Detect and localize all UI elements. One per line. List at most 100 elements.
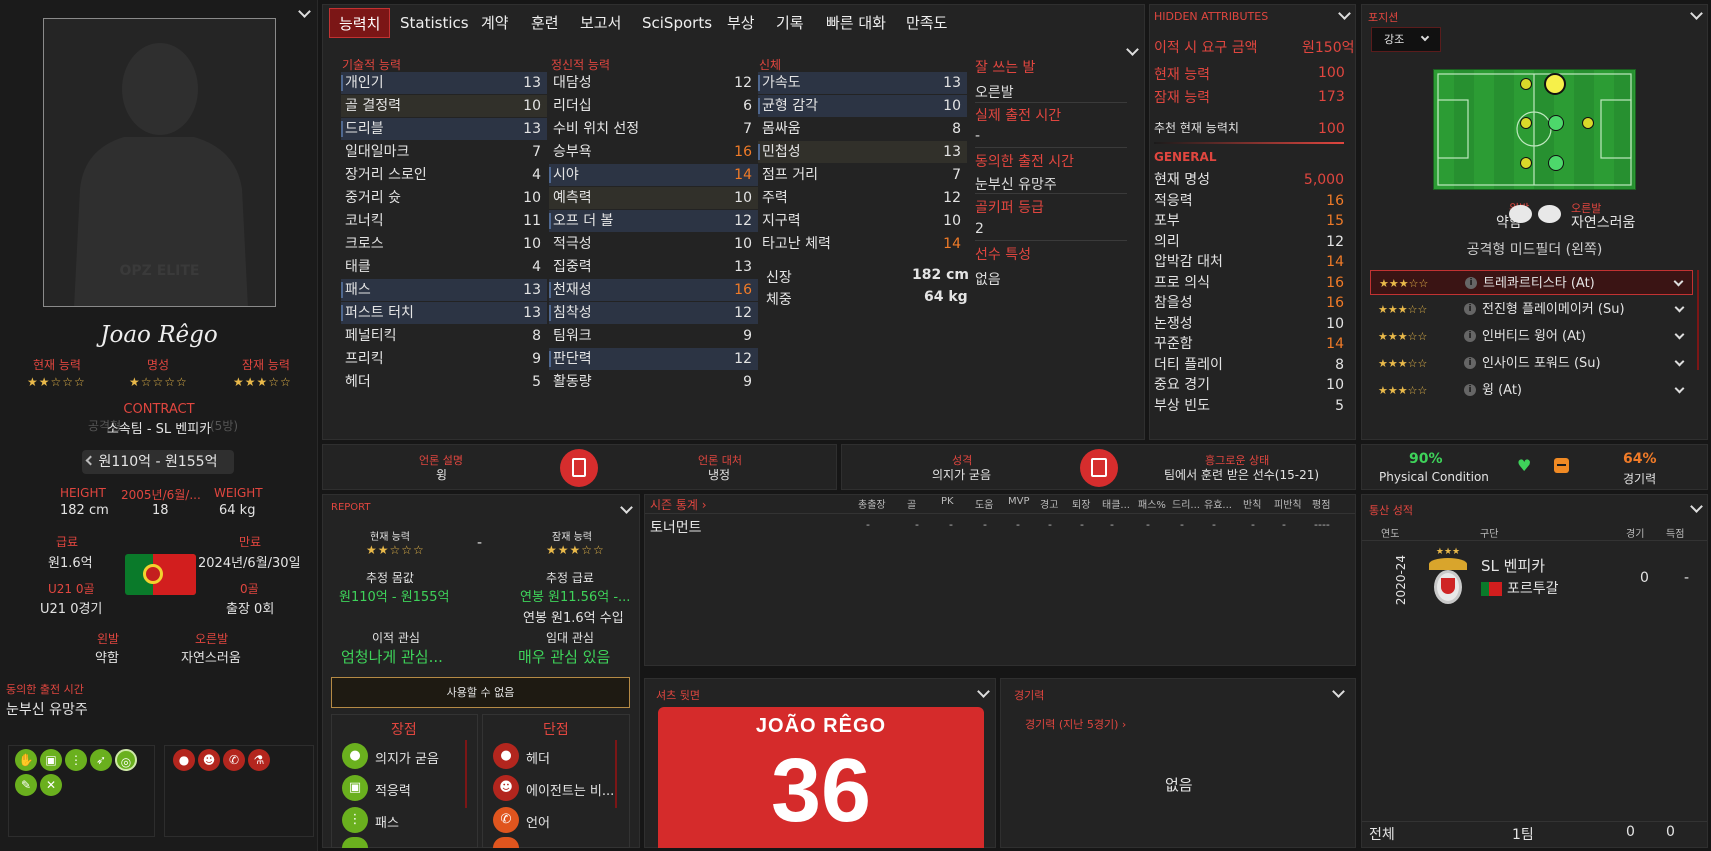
role-row[interactable]: ★★★☆☆ i 인사이드 포워드 (Su)	[1370, 351, 1693, 376]
career-apps: 0	[1640, 570, 1649, 586]
agreed-playing-time-title: 동의한 출전 시간	[975, 154, 1075, 170]
tab-injuries[interactable]: 부상	[727, 8, 755, 38]
role-row[interactable]: ★★★☆☆ i 인버티드 윙어 (At)	[1370, 324, 1693, 349]
season-col-header[interactable]: 퇴장	[1072, 496, 1090, 511]
trait-flask-icon[interactable]: ⚗	[248, 749, 270, 771]
goalkeeper-rating-value: 2	[975, 221, 984, 237]
form-chevron-icon[interactable]	[1329, 684, 1347, 702]
hidden-attr-row: 프로 의식 16	[1154, 273, 1344, 293]
trait-cross-icon[interactable]: ✕	[40, 774, 62, 796]
season-col-header[interactable]: 태클...	[1102, 496, 1130, 511]
trait-boot-icon[interactable]: ➶	[90, 749, 112, 771]
tab-satisfaction[interactable]: 만족도	[906, 8, 947, 38]
trait-speech-icon[interactable]: ✆	[223, 749, 245, 771]
trait-pass-icon[interactable]: ⋮	[65, 749, 87, 771]
role-info-icon[interactable]: i	[1464, 384, 1476, 396]
report-title: REPORT	[331, 502, 371, 513]
hidden-attr-value: 10	[1326, 315, 1344, 332]
position-chevron-icon[interactable]	[1687, 6, 1705, 24]
cons-scrollbar[interactable]	[615, 740, 617, 808]
tab-scisports[interactable]: SciSports	[642, 8, 712, 38]
personality-icon	[1080, 449, 1118, 487]
pros-scrollbar[interactable]	[465, 740, 467, 808]
transfer-fee-label: 이적 시 요구 금액	[1154, 40, 1258, 56]
goals-label: 0골	[240, 582, 259, 596]
tab-contract[interactable]: 계약	[481, 8, 509, 38]
tab-statistics[interactable]: Statistics	[400, 8, 469, 38]
roles-scrollbar[interactable]	[1697, 270, 1699, 370]
season-row-value: -	[1110, 518, 1114, 531]
trait-agent-icon[interactable]: ☻	[198, 749, 220, 771]
trait-head-icon[interactable]: ●	[173, 749, 195, 771]
tab-reports[interactable]: 보고서	[580, 8, 621, 38]
goalkeeper-rating-title: 골키퍼 등급	[975, 200, 1044, 216]
position-marker-mr	[1520, 157, 1532, 169]
actual-playing-time-value: -	[975, 128, 981, 144]
season-col-header[interactable]: MVP	[1008, 496, 1030, 507]
role-chevron-icon[interactable]	[1674, 356, 1685, 367]
tab-history[interactable]: 기록	[776, 8, 804, 38]
season-col-header[interactable]: 반칙	[1243, 496, 1261, 511]
season-col-header[interactable]: PK	[941, 496, 954, 507]
hidden-attr-name: 부상 빈도	[1154, 397, 1210, 414]
technical-attr-row: 프리킥 9	[341, 348, 547, 370]
season-stats-link[interactable]: 시즌 통계 ›	[650, 496, 707, 513]
report-chevron-icon[interactable]	[617, 500, 635, 518]
role-chevron-icon[interactable]	[1674, 302, 1685, 313]
role-info-icon[interactable]: i	[1464, 357, 1476, 369]
hidden-attr-value: 5	[1335, 397, 1344, 414]
season-col-header[interactable]: 드리...	[1172, 496, 1200, 511]
physical-attr-row: 균형 감각 10	[758, 95, 967, 117]
career-chevron-icon[interactable]	[1687, 499, 1705, 517]
hidden-attr-name: 참을성	[1154, 295, 1193, 311]
tab-attributes[interactable]: 능력치	[329, 8, 391, 38]
career-panel	[1361, 494, 1708, 848]
season-col-header[interactable]: 피반칙	[1274, 496, 1302, 511]
tab-training[interactable]: 훈련	[531, 8, 559, 38]
player-traits-title: 선수 특성	[975, 247, 1031, 263]
career-club[interactable]: SL 벤피카	[1481, 555, 1545, 576]
season-col-header[interactable]: 경고	[1040, 496, 1058, 511]
mental-attr-name: 대담성	[553, 75, 592, 91]
season-col-header[interactable]: 골	[907, 496, 916, 511]
physical-attr-name: 점프 거리	[762, 167, 818, 183]
unavailable-button[interactable]: 사용할 수 없음	[331, 677, 630, 708]
role-chevron-icon[interactable]	[1674, 329, 1685, 340]
hidden-ca-value: 100	[1318, 65, 1345, 81]
trait-pencil-icon[interactable]: ✎	[15, 774, 37, 796]
form-last5-link[interactable]: 경기력 (지난 5경기) ›	[1025, 716, 1126, 732]
role-row[interactable]: ★★★☆☆ i 트레콰르티스타 (At)	[1370, 270, 1693, 295]
role-info-icon[interactable]: i	[1464, 330, 1476, 342]
tab-quick-talk[interactable]: 빠른 대화	[826, 8, 886, 38]
technical-attr-name: 드리블	[345, 121, 384, 137]
shirt-number: 36	[770, 741, 872, 841]
hidden-attr-value: 10	[1326, 377, 1344, 393]
season-col-header[interactable]: 유효...	[1204, 496, 1232, 511]
season-col-header[interactable]: 총출장	[858, 496, 886, 511]
hidden-attr-name: 포부	[1154, 213, 1180, 229]
technical-attr-name: 크로스	[345, 236, 384, 252]
hidden-attributes-chevron-icon[interactable]	[1335, 6, 1353, 24]
season-col-header[interactable]: 평점	[1312, 496, 1330, 511]
pro-item-2: 적응력	[375, 784, 411, 799]
trait-target-icon[interactable]: ◎	[115, 749, 137, 771]
con-item-2: 에이전트는 비...	[526, 784, 615, 799]
role-info-icon[interactable]: i	[1465, 277, 1477, 289]
shirt-chevron-icon[interactable]	[974, 684, 992, 702]
role-chevron-icon[interactable]	[1674, 383, 1685, 394]
highlight-dropdown[interactable]: 강조	[1371, 27, 1441, 52]
season-col-header[interactable]: 도움	[975, 496, 993, 511]
physical-attr-row: 주력 12	[758, 187, 967, 209]
sidebar-collapse-chevron-icon[interactable]	[295, 4, 313, 22]
role-stars: ★★★☆☆	[1379, 277, 1429, 290]
physical-attr-name: 몸싸움	[762, 121, 801, 137]
role-info-icon[interactable]: i	[1464, 303, 1476, 315]
role-row[interactable]: ★★★☆☆ i 윙 (At)	[1370, 378, 1693, 403]
season-col-header[interactable]: 패스%	[1138, 496, 1166, 511]
role-chevron-icon[interactable]	[1673, 276, 1684, 287]
trait-suitcase-icon[interactable]: ▣	[40, 749, 62, 771]
role-row[interactable]: ★★★☆☆ i 전진형 플레이메이커 (Su)	[1370, 297, 1693, 322]
trait-hand-icon[interactable]: ✋	[15, 749, 37, 771]
attributes-options-chevron-icon[interactable]	[1123, 42, 1141, 60]
hidden-attr-row: 압박감 대처 14	[1154, 252, 1344, 272]
